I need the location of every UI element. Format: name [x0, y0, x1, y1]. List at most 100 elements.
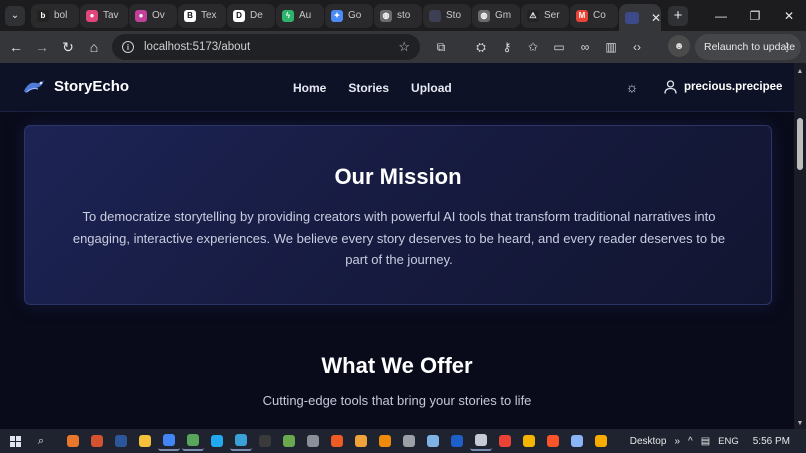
word-icon [115, 435, 127, 447]
browser-tab[interactable]: B Tex [178, 3, 226, 28]
taskbar-app[interactable] [206, 431, 228, 451]
browser-tab[interactable]: ◍ sto [374, 3, 422, 28]
star-extension-icon[interactable]: ✩ [520, 34, 546, 60]
tab-label: Au [299, 10, 312, 21]
taskbar-app[interactable] [302, 431, 324, 451]
taskbar-app[interactable] [374, 431, 396, 451]
home-icon[interactable]: ⌂ [81, 34, 107, 60]
more-menu-icon[interactable]: ⋮ [781, 40, 793, 54]
taskbar-app[interactable] [398, 431, 420, 451]
reading-list-icon[interactable]: ▭ [546, 34, 572, 60]
taskbar-app[interactable] [230, 431, 252, 451]
taskbar-app[interactable] [278, 431, 300, 451]
browser-tab[interactable]: ◍ Gm [472, 3, 520, 28]
tab-strip: ⌄ b bol ● Tav ● Ov B Tex D De ϟ Au ✦ Go ◍ sto Sto ◍ Gm ⚠ Ser… [0, 0, 806, 31]
gmail-icon: M [576, 9, 588, 22]
back-icon[interactable]: ← [3, 34, 29, 60]
tab-label: Tex [201, 10, 217, 21]
taskbar-app[interactable] [134, 431, 156, 451]
url-text[interactable]: localhost:5173/about [144, 41, 250, 53]
language-indicator[interactable]: ENG [718, 436, 739, 447]
tab-label: Sto [446, 10, 462, 21]
tray-overflow-icon[interactable]: ^ [688, 436, 693, 447]
close-window-icon[interactable]: ✕ [772, 0, 806, 31]
scroll-down-icon[interactable]: ▼ [794, 417, 806, 429]
address-bar[interactable]: i localhost:5173/about ☆ [112, 34, 420, 60]
clock[interactable]: 5:56 PM [753, 436, 790, 447]
incognito-icon[interactable]: ⛭ [468, 34, 494, 60]
nav-upload[interactable]: Upload [411, 81, 452, 95]
vlc-icon [379, 435, 391, 447]
chrome-canary-icon [595, 435, 607, 447]
devtools-code-icon[interactable]: ‹› [624, 34, 650, 60]
offer-subtitle: Cutting-edge tools that bring your stori… [262, 393, 532, 408]
close-tab-icon[interactable]: ✕ [651, 11, 661, 25]
profile-avatar[interactable]: ☻ [668, 35, 690, 57]
taskbar-app[interactable] [182, 431, 204, 451]
browser-tab[interactable]: b bol [31, 3, 79, 28]
browser-tab[interactable]: ϟ Au [276, 3, 324, 28]
taskbar-app[interactable] [422, 431, 444, 451]
triangle-icon: ⚠ [527, 9, 539, 22]
taskbar-app[interactable] [158, 431, 180, 451]
user-menu[interactable]: precious.precipee [664, 80, 782, 94]
browser-tab[interactable]: Sto [423, 3, 471, 28]
tab-search-icon[interactable]: ⌄ [5, 5, 25, 26]
nav-stories[interactable]: Stories [348, 81, 389, 95]
reload-icon[interactable]: ↻ [55, 34, 81, 60]
taskbar-app[interactable] [350, 431, 372, 451]
database-icon [307, 435, 319, 447]
page-scrollbar[interactable]: ▲ ▼ [794, 63, 806, 429]
browser-tab[interactable]: ● Tav [80, 3, 128, 28]
taskbar-app[interactable] [62, 431, 84, 451]
taskbar-app[interactable] [326, 431, 348, 451]
taskbar-app[interactable] [518, 431, 540, 451]
browser-tab[interactable]: ⚠ Ser [521, 3, 569, 28]
browser-toolbar: ← → ↻ ⌂ i localhost:5173/about ☆ ⧉ ⛭ ⚷ ✩… [0, 31, 806, 63]
taskbar-app[interactable] [542, 431, 564, 451]
scroll-up-icon[interactable]: ▲ [794, 65, 806, 77]
minimize-icon[interactable]: — [704, 0, 738, 31]
sun-icon[interactable]: ☼ [624, 79, 640, 95]
taskbar-search-icon[interactable]: ⌕ [30, 435, 52, 448]
taskbar-app[interactable] [86, 431, 108, 451]
taskbar-app[interactable] [590, 431, 612, 451]
bookmark-star-icon[interactable]: ☆ [398, 39, 410, 55]
scroll-thumb[interactable] [797, 118, 803, 170]
active-tab[interactable]: ✕ [619, 4, 661, 31]
notification-icon[interactable]: ▤ [701, 436, 710, 447]
nav-home[interactable]: Home [293, 81, 326, 95]
start-button[interactable] [0, 429, 30, 453]
browser-tab[interactable]: D De [227, 3, 275, 28]
tab-label: Gm [495, 10, 512, 21]
taskbar-app[interactable] [110, 431, 132, 451]
link-icon[interactable]: ∞ [572, 34, 598, 60]
taskbar-app[interactable] [470, 431, 492, 451]
taskbar-app[interactable] [446, 431, 468, 451]
extensions-icon[interactable]: ⧉ [428, 34, 454, 60]
side-panel-icon[interactable]: ▥ [598, 34, 624, 60]
site-info-icon[interactable]: i [122, 41, 134, 53]
password-key-icon[interactable]: ⚷ [494, 34, 520, 60]
new-tab-button[interactable]: + [668, 5, 688, 26]
chevron-double-icon[interactable]: » [674, 436, 680, 447]
notebook-icon: B [184, 9, 196, 22]
search-app-icon [67, 435, 79, 447]
tab-label: Go [348, 10, 362, 21]
forward-icon[interactable]: → [29, 34, 55, 60]
scanner-icon [427, 435, 439, 447]
tab-label: De [250, 10, 263, 21]
storyecho-favicon [625, 11, 639, 24]
brand[interactable]: StoryEcho [22, 77, 129, 95]
desktop-label[interactable]: Desktop [630, 436, 667, 447]
taskbar-app[interactable] [494, 431, 516, 451]
restore-icon[interactable]: ❐ [738, 0, 772, 31]
tab-label: Ov [152, 10, 165, 21]
browser-tab[interactable]: ● Ov [129, 3, 177, 28]
taskbar-app[interactable] [254, 431, 276, 451]
relaunch-button[interactable]: Relaunch to update ⋮ [695, 34, 801, 60]
browser-tab[interactable]: ✦ Go [325, 3, 373, 28]
username: precious.precipee [684, 81, 783, 93]
taskbar-app[interactable] [566, 431, 588, 451]
browser-tab[interactable]: M Co [570, 3, 618, 28]
